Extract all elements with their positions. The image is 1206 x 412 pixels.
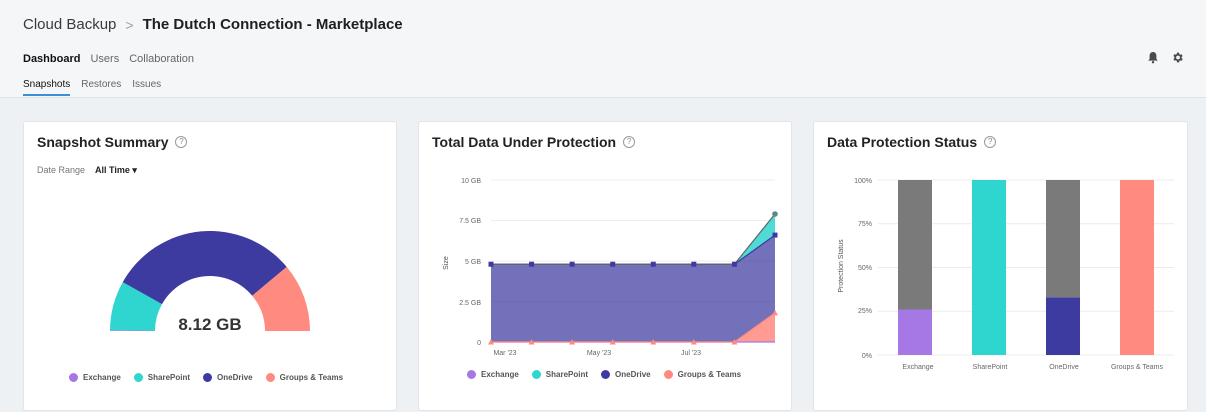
legend-label: Exchange xyxy=(481,370,519,379)
legend-label: Groups & Teams xyxy=(279,373,344,382)
y-axis-title: Size xyxy=(443,256,450,270)
x-tick-label: May '23 xyxy=(587,350,611,357)
total-data-area-chart: Size 10 GB 7.5 GB 5 GB 2.5 GB 0 Mar '23 … xyxy=(443,178,778,357)
y-tick-label: 100% xyxy=(854,178,872,185)
secondary-nav: Snapshots Restores Issues xyxy=(23,79,161,96)
gear-icon[interactable] xyxy=(1171,51,1184,64)
data-point[interactable] xyxy=(650,261,656,267)
data-point[interactable] xyxy=(691,261,697,267)
legend-item-exchange[interactable]: Exchange xyxy=(69,373,121,382)
legend-label: SharePoint xyxy=(545,370,589,379)
bar-segment-exchange[interactable] xyxy=(898,309,932,356)
x-tick-label: SharePoint xyxy=(973,364,1008,371)
area-series-onedrive xyxy=(491,235,775,342)
bar-segment-sharepoint[interactable] xyxy=(972,180,1006,355)
y-tick-label: 2.5 GB xyxy=(459,300,481,307)
breadcrumb-org: The Dutch Connection - Marketplace xyxy=(142,16,403,33)
total-data-card: Total Data Under Protection ? Size 10 GB… xyxy=(418,121,792,411)
legend-label: OneDrive xyxy=(217,373,253,382)
tab-issues[interactable]: Issues xyxy=(132,79,161,96)
data-point[interactable] xyxy=(529,261,535,267)
legend-label: SharePoint xyxy=(147,373,191,382)
legend-item-onedrive[interactable]: OneDrive xyxy=(203,373,253,382)
area-line-sharepoint xyxy=(491,213,776,265)
x-tick-label: Mar '23 xyxy=(493,350,516,357)
breadcrumb-separator: > xyxy=(125,16,134,33)
x-tick-label: Groups & Teams xyxy=(1111,364,1164,371)
data-point[interactable] xyxy=(610,261,616,267)
y-tick-label: 25% xyxy=(858,308,872,315)
data-point[interactable] xyxy=(731,261,737,267)
y-tick-label: 5 GB xyxy=(465,259,481,266)
legend-dot xyxy=(663,370,673,379)
x-tick-label: Exchange xyxy=(902,364,933,371)
y-tick-label: 0 xyxy=(477,340,481,347)
bar-segment-onedrive[interactable] xyxy=(1046,180,1080,298)
y-tick-label: 75% xyxy=(858,221,872,228)
data-point[interactable] xyxy=(488,261,494,267)
legend-item-sharepoint[interactable]: SharePoint xyxy=(133,373,191,382)
legend-item-exchange[interactable]: Exchange xyxy=(467,370,519,379)
legend-dot xyxy=(203,373,213,382)
legend-dot xyxy=(69,373,78,382)
legend-item-sharepoint[interactable]: SharePoint xyxy=(531,370,589,379)
area-series-sharepoint xyxy=(491,214,775,265)
top-bar: Cloud Backup > The Dutch Connection - Ma… xyxy=(0,0,1206,98)
legend-item-groups-teams[interactable]: Groups & Teams xyxy=(663,370,742,379)
protection-status-card: Data Protection Status ? Protection Stat… xyxy=(813,121,1188,411)
bar-segment-onedrive[interactable] xyxy=(1046,297,1080,355)
legend-item-groups-teams[interactable]: Groups & Teams xyxy=(265,373,344,382)
nav-collaboration[interactable]: Collaboration xyxy=(129,53,194,65)
y-tick-label: 50% xyxy=(858,265,872,272)
y-tick-label: 0% xyxy=(862,353,872,360)
legend-label: OneDrive xyxy=(615,370,651,379)
tab-restores[interactable]: Restores xyxy=(81,79,121,96)
y-axis-title: Protection Status xyxy=(838,239,845,293)
legend-dot xyxy=(265,373,275,382)
data-point[interactable] xyxy=(569,261,575,267)
legend-label: Groups & Teams xyxy=(677,370,742,379)
breadcrumb: Cloud Backup > The Dutch Connection - Ma… xyxy=(23,16,403,33)
legend-dot xyxy=(467,370,476,379)
total-data-legend: Exchange SharePoint OneDrive Groups & Te… xyxy=(467,370,741,379)
y-tick-label: 7.5 GB xyxy=(459,218,481,225)
bar-segment-exchange[interactable] xyxy=(898,180,932,310)
data-point[interactable] xyxy=(772,232,778,238)
top-icons xyxy=(1147,51,1184,64)
bell-icon[interactable] xyxy=(1147,51,1159,64)
x-tick-label: Jul '23 xyxy=(681,350,701,357)
y-tick-label: 10 GB xyxy=(461,178,481,185)
snapshot-legend: Exchange SharePoint OneDrive Groups & Te… xyxy=(69,373,343,382)
snapshot-donut-chart: 8.12 GB xyxy=(110,231,310,334)
breadcrumb-app[interactable]: Cloud Backup xyxy=(23,16,116,33)
tab-snapshots[interactable]: Snapshots xyxy=(23,79,71,96)
data-point[interactable] xyxy=(772,211,778,217)
nav-dashboard[interactable]: Dashboard xyxy=(23,53,80,65)
primary-nav: Dashboard Users Collaboration xyxy=(23,53,194,65)
legend-item-onedrive[interactable]: OneDrive xyxy=(601,370,651,379)
nav-users[interactable]: Users xyxy=(90,53,119,65)
donut-center-label: 8.12 GB xyxy=(178,315,241,334)
x-tick-label: OneDrive xyxy=(1049,364,1079,371)
protection-status-bar-chart: Protection Status 100% 75% 50% 25% 0% Ex… xyxy=(838,178,1174,371)
bar-segment-groups-and-teams[interactable] xyxy=(1120,180,1154,355)
legend-label: Exchange xyxy=(83,373,121,382)
area-line-onedrive xyxy=(491,234,776,265)
legend-dot xyxy=(133,373,143,382)
legend-dot xyxy=(601,370,611,379)
snapshot-summary-card: Snapshot Summary ? Date Range All Time ▾ … xyxy=(23,121,397,411)
legend-dot xyxy=(531,370,541,379)
